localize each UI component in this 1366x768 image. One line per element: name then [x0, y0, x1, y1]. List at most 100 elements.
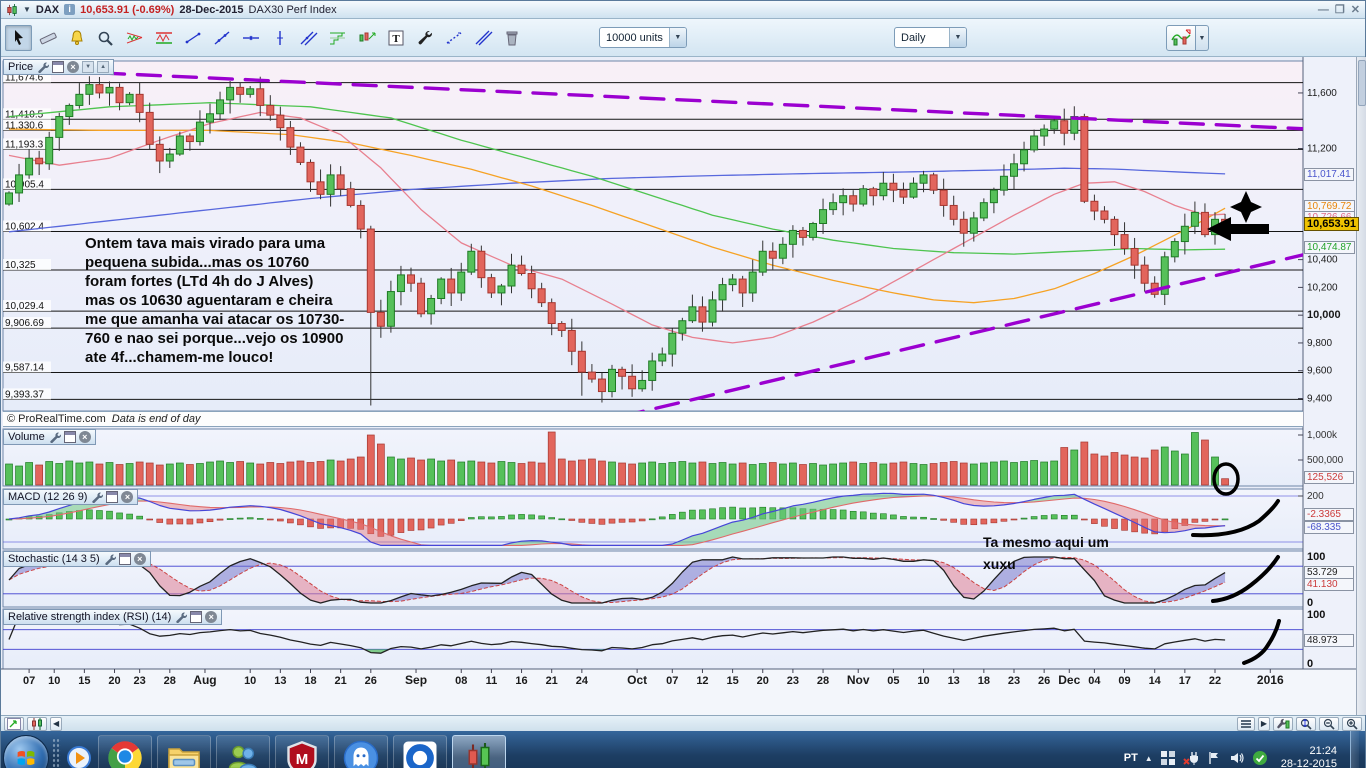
move-panel-up-icon[interactable]: ▲: [97, 61, 109, 73]
detach-window-icon[interactable]: [64, 431, 76, 443]
indicator-settings-button[interactable]: [1273, 717, 1293, 731]
svg-text:9,800: 9,800: [1307, 338, 1332, 349]
units-combobox[interactable]: 10000 units ▼: [599, 27, 687, 48]
svg-text:10: 10: [917, 675, 929, 687]
svg-text:22: 22: [1209, 675, 1221, 687]
language-indicator[interactable]: PT: [1124, 752, 1138, 764]
period-dropdown-icon[interactable]: ▼: [949, 28, 966, 47]
detach-window-icon[interactable]: [106, 491, 118, 503]
ghost-app-taskbar-button[interactable]: [334, 735, 388, 768]
close-button[interactable]: ✕: [1351, 3, 1360, 16]
pointer-tool[interactable]: [5, 25, 32, 51]
zoom-tool[interactable]: [92, 25, 119, 51]
pattern-channel-tool[interactable]: [150, 25, 177, 51]
svg-text:11,600: 11,600: [1307, 88, 1337, 99]
detach-window-icon[interactable]: [190, 611, 202, 623]
delete-drawing-tool[interactable]: [498, 25, 525, 51]
close-panel-icon[interactable]: ×: [67, 61, 79, 73]
chart-style-button[interactable]: ▼: [1166, 25, 1209, 51]
close-panel-icon[interactable]: ×: [121, 491, 133, 503]
close-panel-icon[interactable]: ×: [134, 553, 146, 565]
restore-button[interactable]: ❐: [1335, 3, 1345, 16]
pattern-triangle-tool[interactable]: [121, 25, 148, 51]
scroll-left-button[interactable]: ◀: [50, 717, 62, 731]
segment-tool[interactable]: [179, 25, 206, 51]
scrollbar-thumb[interactable]: [1358, 60, 1366, 106]
taskbar-clock[interactable]: 21:24 28-12-2015: [1275, 745, 1343, 768]
stoch-d-badge: 41.130: [1304, 578, 1354, 591]
candle-settings-icon[interactable]: [27, 717, 47, 731]
detach-window-icon[interactable]: [52, 61, 64, 73]
action-center-flag-icon[interactable]: [1206, 750, 1222, 766]
trendline-tool[interactable]: [208, 25, 235, 51]
tray-expand-icon[interactable]: ▲: [1145, 754, 1153, 763]
zoom-fit-button[interactable]: [1296, 717, 1316, 731]
network-places-icon[interactable]: [1160, 750, 1176, 766]
vertical-line-tool[interactable]: [266, 25, 293, 51]
chrome-taskbar-button[interactable]: [98, 735, 152, 768]
start-button[interactable]: [3, 735, 49, 768]
wrench-icon[interactable]: [175, 611, 187, 623]
svg-text:9,393.37: 9,393.37: [5, 389, 44, 400]
update-status-icon[interactable]: [1252, 750, 1268, 766]
dotted-trendline-tool[interactable]: [440, 25, 467, 51]
ma50-value-badge: 10,474.87: [1304, 241, 1355, 254]
parallel-channel-tool[interactable]: [295, 25, 322, 51]
candlestick-app-icon: [6, 4, 18, 16]
volume-icon[interactable]: [1229, 750, 1245, 766]
macd-signal-badge: -2.3365: [1304, 508, 1354, 521]
text-tool[interactable]: T: [382, 25, 409, 51]
horizontal-line-tool[interactable]: [237, 25, 264, 51]
svg-text:07: 07: [666, 675, 678, 687]
svg-text:0: 0: [1307, 658, 1313, 670]
chart-export-icon[interactable]: [4, 717, 24, 731]
forecast-tool[interactable]: [353, 25, 380, 51]
prorealtime-taskbar-button[interactable]: [452, 735, 506, 768]
messenger-taskbar-button[interactable]: [216, 735, 270, 768]
period-combobox[interactable]: Daily ▼: [894, 27, 967, 48]
svg-text:28: 28: [817, 675, 829, 687]
zoom-in-button[interactable]: [1342, 717, 1362, 731]
chart-style-icon[interactable]: [1166, 25, 1196, 51]
vertical-scrollbar[interactable]: [1356, 57, 1366, 715]
app-statusbar: ◀ ▶: [1, 715, 1365, 731]
mcafee-taskbar-button[interactable]: M: [275, 735, 329, 768]
network-disconnected-icon[interactable]: [1183, 750, 1199, 766]
detach-window-icon[interactable]: [119, 553, 131, 565]
macd-panel-title: MACD (12 26 9): [8, 491, 87, 503]
crossing-lines-tool[interactable]: [469, 25, 496, 51]
symbol-label[interactable]: DAX: [36, 4, 59, 16]
minimize-button[interactable]: —: [1318, 4, 1329, 16]
units-dropdown-icon[interactable]: ▼: [669, 28, 686, 47]
chart-style-dropdown-icon[interactable]: ▼: [1196, 25, 1209, 51]
svg-text:Nov: Nov: [847, 673, 870, 687]
wrench-icon[interactable]: [91, 491, 103, 503]
wmp-quicklaunch-button[interactable]: [64, 738, 94, 768]
macd-annotation-note: Ta mesmo aqui um xuxu: [983, 531, 1109, 575]
show-desktop-button[interactable]: [1350, 731, 1359, 768]
close-panel-icon[interactable]: ×: [205, 611, 217, 623]
list-menu-button[interactable]: [1237, 717, 1255, 731]
svg-text:T: T: [392, 33, 400, 45]
wrench-icon[interactable]: [49, 431, 61, 443]
wrench-icon[interactable]: [104, 553, 116, 565]
drawing-settings-tool[interactable]: [411, 25, 438, 51]
svg-text:13: 13: [948, 675, 960, 687]
svg-text:17: 17: [1179, 675, 1191, 687]
volume-panel-title: Volume: [8, 431, 45, 443]
fibonacci-tool[interactable]: [324, 25, 351, 51]
move-panel-down-icon[interactable]: ▼: [82, 61, 94, 73]
info-icon[interactable]: i: [64, 4, 75, 15]
svg-text:10,325: 10,325: [5, 260, 36, 271]
alarm-tool[interactable]: [63, 25, 90, 51]
svg-text:23: 23: [134, 675, 146, 687]
symbol-dropdown-icon[interactable]: ▼: [23, 5, 31, 14]
svg-text:100: 100: [1307, 609, 1325, 621]
close-panel-icon[interactable]: ×: [79, 431, 91, 443]
blue-ring-app-taskbar-button[interactable]: [393, 735, 447, 768]
wrench-icon[interactable]: [37, 61, 49, 73]
zoom-out-button[interactable]: [1319, 717, 1339, 731]
play-forward-button[interactable]: ▶: [1258, 717, 1270, 731]
ruler-tool[interactable]: [34, 25, 61, 51]
explorer-taskbar-button[interactable]: [157, 735, 211, 768]
